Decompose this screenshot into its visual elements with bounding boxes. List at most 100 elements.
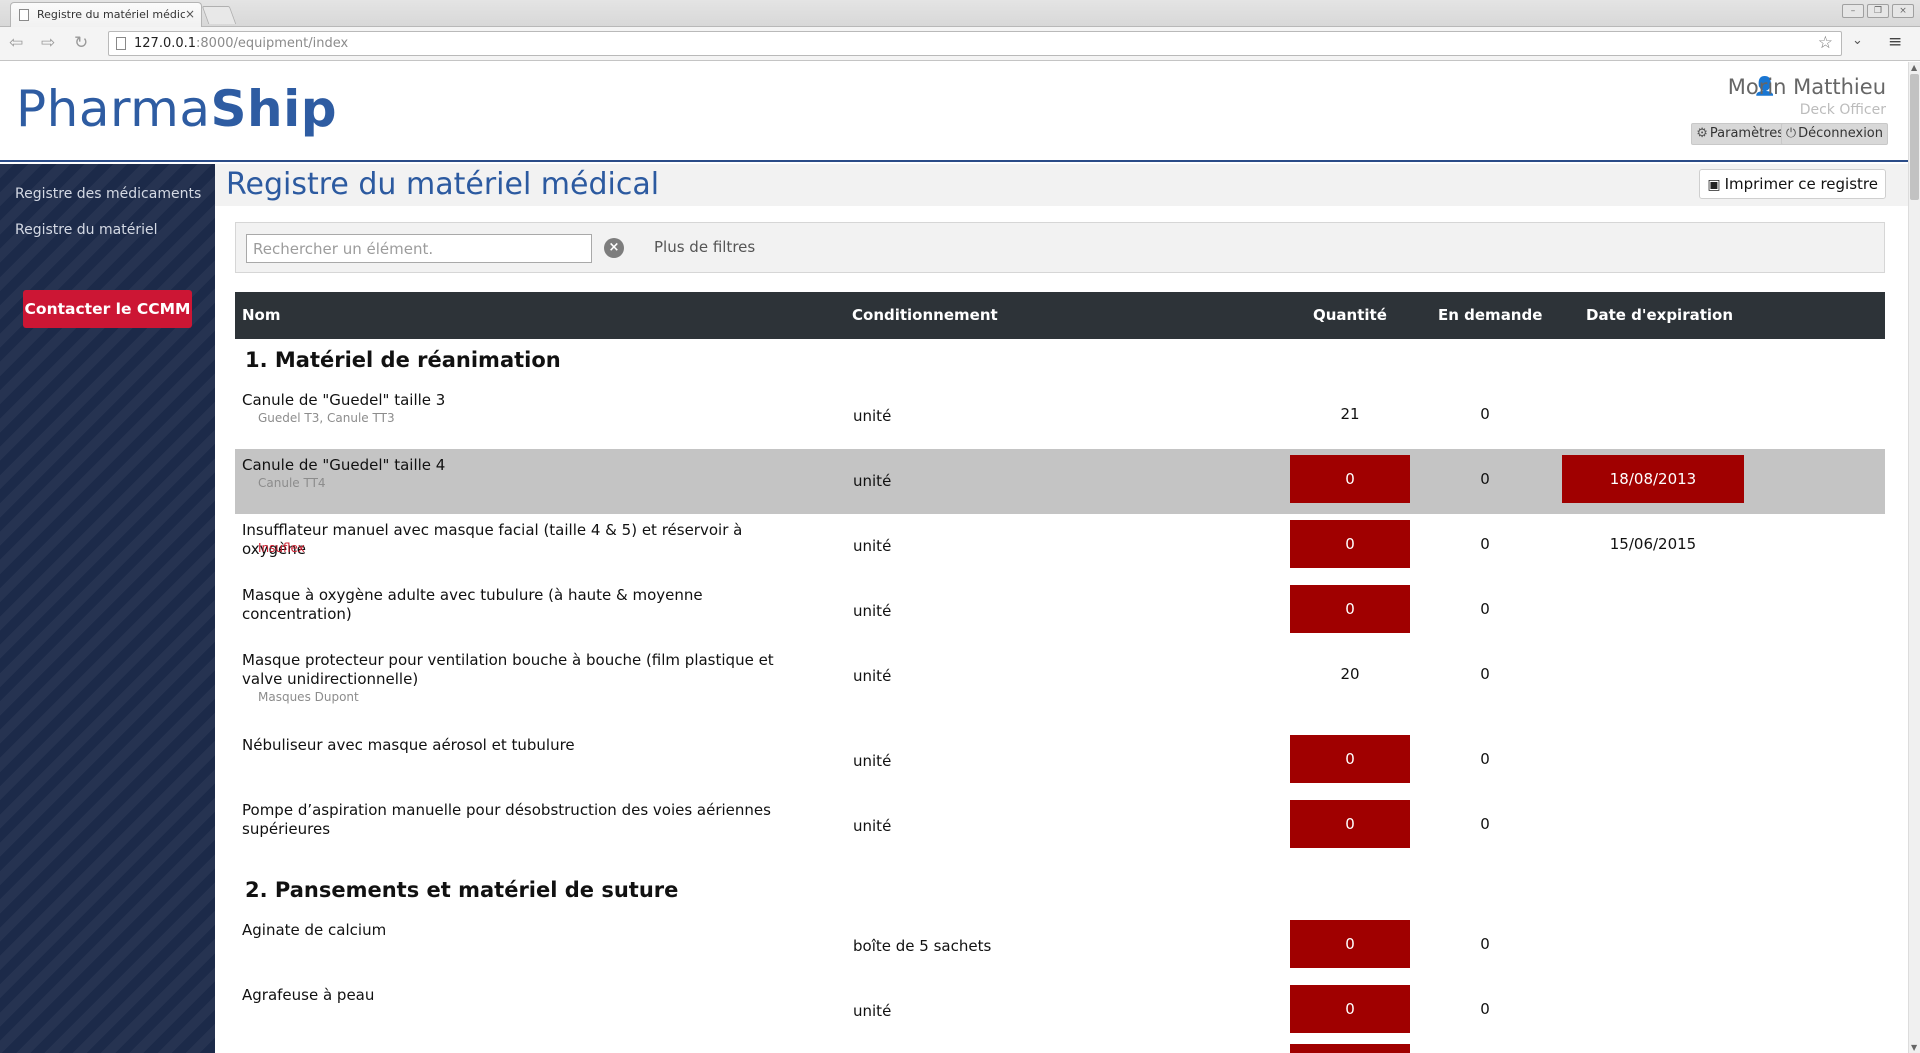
item-quantity: 20 (1340, 665, 1360, 683)
user-name: Morin Matthieu (1727, 75, 1886, 99)
menu-icon[interactable]: ≡ (1888, 32, 1902, 52)
item-aliases: Masques Dupont (258, 690, 359, 704)
close-window-icon[interactable]: × (1892, 4, 1914, 18)
browser-toolbar: ⇦ ⇨ ↻ 127.0.0.1:8000/equipment/index ☆ ⌄… (0, 27, 1920, 61)
scroll-down-icon[interactable]: ▼ (1911, 1043, 1917, 1052)
item-aliases: Guedel T3, Canule TT3 (258, 411, 395, 425)
item-requested: 0 (1480, 1000, 1490, 1018)
item-packaging: unité (853, 407, 892, 425)
item-name: Agrafeuse à peau (242, 986, 375, 1004)
item-requested: 0 (1480, 750, 1490, 768)
search-input[interactable] (246, 234, 592, 263)
page-scrollbar[interactable]: ▲ ▼ (1908, 62, 1920, 1053)
item-expiry: 18/08/2013 (1562, 455, 1744, 503)
table-header: Nom Conditionnement Quantité En demande … (235, 292, 1885, 339)
item-requested: 0 (1480, 600, 1490, 618)
sidebar-item-equipment[interactable]: Registre du matériel (15, 222, 157, 238)
sidebar: Registre des médicaments Registre du mat… (0, 164, 215, 1053)
table-row[interactable]: Nébuliseur avec masque aérosol et tubulu… (235, 729, 1885, 794)
chevron-down-icon[interactable]: ⌄ (1852, 33, 1863, 48)
table-row[interactable]: Aginate de calcium boîte de 5 sachets 0 … (235, 914, 1885, 979)
logo[interactable]: PharmaShip (16, 80, 337, 138)
url-text: 127.0.0.1:8000/equipment/index (134, 36, 349, 51)
star-icon[interactable]: ☆ (1818, 33, 1833, 53)
table-row[interactable]: Masque protecteur pour ventilation bouch… (235, 644, 1885, 729)
table-row[interactable] (235, 1044, 1885, 1053)
item-quantity: 0 (1290, 985, 1410, 1033)
section-title: 1. Matériel de réanimation (245, 348, 561, 372)
clear-search-icon[interactable]: × (604, 238, 624, 258)
back-arrow-icon[interactable]: ⇦ (9, 33, 23, 53)
section-title: 2. Pansements et matériel de suture (245, 878, 679, 902)
item-requested: 0 (1480, 535, 1490, 553)
settings-button[interactable]: ⚙ Paramètres (1691, 123, 1789, 145)
forward-arrow-icon[interactable]: ⇨ (41, 33, 55, 53)
item-quantity: 0 (1290, 735, 1410, 783)
item-name: Insufflateur manuel avec masque facial (… (242, 521, 743, 558)
item-requested: 0 (1480, 470, 1490, 488)
print-button[interactable]: ▣ Imprimer ce registre (1699, 169, 1886, 199)
table-row[interactable]: Canule de "Guedel" taille 3 Guedel T3, C… (235, 384, 1885, 449)
item-quantity (1290, 1044, 1410, 1053)
item-packaging: unité (853, 1002, 892, 1020)
item-expiry: 15/06/2015 (1609, 535, 1697, 553)
item-quantity: 0 (1290, 800, 1410, 848)
contact-ccmm-button[interactable]: Contacter le CCMM (23, 290, 192, 328)
item-packaging: unité (853, 752, 892, 770)
item-packaging: unité (853, 602, 892, 620)
gear-icon: ⚙ (1696, 126, 1708, 141)
item-name: Canule de "Guedel" taille 4 (242, 456, 446, 474)
item-aliases: Canule TT4 (258, 476, 326, 490)
sidebar-item-medications[interactable]: Registre des médicaments (15, 186, 201, 202)
address-bar[interactable]: 127.0.0.1:8000/equipment/index ☆ (108, 31, 1842, 56)
column-header-packaging[interactable]: Conditionnement (852, 306, 998, 324)
item-name: Aginate de calcium (242, 921, 387, 939)
item-packaging: boîte de 5 sachets (853, 937, 992, 955)
item-packaging: unité (853, 537, 892, 555)
main-content: Registre du matériel médical ▣ Imprimer c… (215, 164, 1908, 1053)
tab-title: Registre du matériel médic (37, 8, 185, 21)
restore-window-icon[interactable]: ❐ (1867, 4, 1889, 18)
item-packaging: unité (853, 472, 892, 490)
new-tab-button[interactable] (201, 6, 237, 24)
column-header-requested[interactable]: En demande (1438, 306, 1542, 324)
table-row[interactable]: Pompe d’aspiration manuelle pour désobst… (235, 794, 1885, 859)
scroll-up-icon[interactable]: ▲ (1911, 63, 1917, 72)
more-filters-link[interactable]: Plus de filtres (654, 238, 755, 256)
table-row[interactable]: Agrafeuse à peau unité 0 0 (235, 979, 1885, 1044)
power-icon: ⏻ (1785, 126, 1797, 141)
column-header-expiry[interactable]: Date d'expiration (1586, 306, 1733, 324)
item-name: Masque protecteur pour ventilation bouch… (242, 651, 774, 688)
item-requested: 0 (1480, 665, 1490, 683)
reload-icon[interactable]: ↻ (74, 33, 88, 53)
item-requested: 0 (1480, 815, 1490, 833)
app-header: PharmaShip 👤 Morin Matthieu Deck Officer… (0, 62, 1908, 162)
browser-tab-strip: Registre du matériel médic × – ❐ × (0, 0, 1920, 27)
item-quantity: 21 (1340, 405, 1360, 423)
item-quantity: 0 (1290, 520, 1410, 568)
title-bar: Registre du matériel médical ▣ Imprimer c… (215, 164, 1908, 206)
item-aliases[interactable]: Insuflex (258, 541, 305, 555)
item-packaging: unité (853, 817, 892, 835)
item-quantity: 0 (1290, 920, 1410, 968)
item-name: Masque à oxygène adulte avec tubulure (à… (242, 586, 703, 623)
user-role: Deck Officer (1799, 102, 1886, 118)
table-row[interactable]: Canule de "Guedel" taille 4 Canule TT4 u… (235, 449, 1885, 514)
item-name: Nébuliseur avec masque aérosol et tubulu… (242, 736, 575, 754)
tab-close-icon[interactable]: × (185, 7, 195, 21)
logout-button[interactable]: ⏻ Déconnexion (1780, 123, 1888, 145)
item-name: Canule de "Guedel" taille 3 (242, 391, 446, 409)
column-header-quantity[interactable]: Quantité (1313, 306, 1387, 324)
item-requested: 0 (1480, 405, 1490, 423)
browser-tab[interactable]: Registre du matériel médic × (10, 2, 202, 27)
table-row[interactable]: Insufflateur manuel avec masque facial (… (235, 514, 1885, 579)
column-header-name[interactable]: Nom (242, 306, 281, 324)
filter-bar: × Plus de filtres (235, 222, 1885, 273)
item-packaging: unité (853, 667, 892, 685)
minimize-window-icon[interactable]: – (1842, 4, 1864, 18)
scrollbar-thumb[interactable] (1910, 74, 1919, 200)
printer-icon: ▣ (1707, 177, 1721, 193)
item-requested: 0 (1480, 935, 1490, 953)
table-row[interactable]: Masque à oxygène adulte avec tubulure (à… (235, 579, 1885, 644)
item-name: Pompe d’aspiration manuelle pour désobst… (242, 801, 771, 838)
